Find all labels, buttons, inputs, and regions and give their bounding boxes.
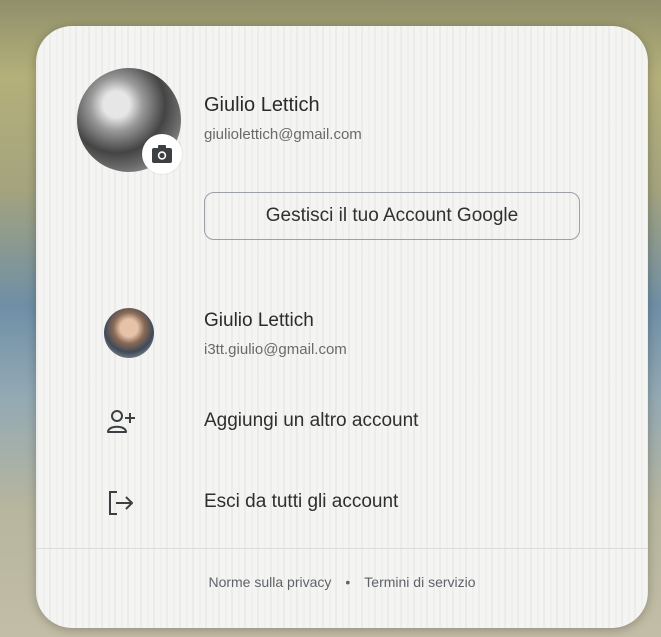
privacy-policy-link[interactable]: Norme sulla privacy — [208, 574, 331, 590]
change-photo-button[interactable] — [142, 134, 182, 174]
secondary-avatar — [104, 308, 154, 358]
secondary-account-email: i3tt.giulio@gmail.com — [204, 341, 347, 358]
add-account-label: Aggiungi un altro account — [204, 410, 419, 431]
footer-divider — [36, 548, 648, 549]
person-add-icon — [107, 410, 135, 433]
account-switcher-panel: Giulio Lettich giuliolettich@gmail.com G… — [36, 26, 648, 628]
footer-separator: • — [345, 574, 351, 590]
add-account-button[interactable]: Aggiungi un altro account — [36, 394, 648, 450]
primary-account-email: giuliolettich@gmail.com — [204, 126, 362, 143]
primary-account-name: Giulio Lettich — [204, 94, 320, 116]
secondary-account-row[interactable]: Giulio Lettich i3tt.giulio@gmail.com — [36, 296, 648, 372]
sign-out-all-button[interactable]: Esci da tutti gli account — [36, 475, 648, 531]
footer-links: Norme sulla privacy • Termini di servizi… — [36, 570, 648, 594]
sign-out-all-label: Esci da tutti gli account — [204, 491, 399, 512]
secondary-account-name: Giulio Lettich — [204, 310, 314, 331]
manage-account-button[interactable]: Gestisci il tuo Account Google — [204, 192, 580, 240]
terms-of-service-link[interactable]: Termini di servizio — [364, 574, 475, 590]
camera-icon — [152, 145, 172, 163]
logout-icon — [109, 491, 133, 515]
